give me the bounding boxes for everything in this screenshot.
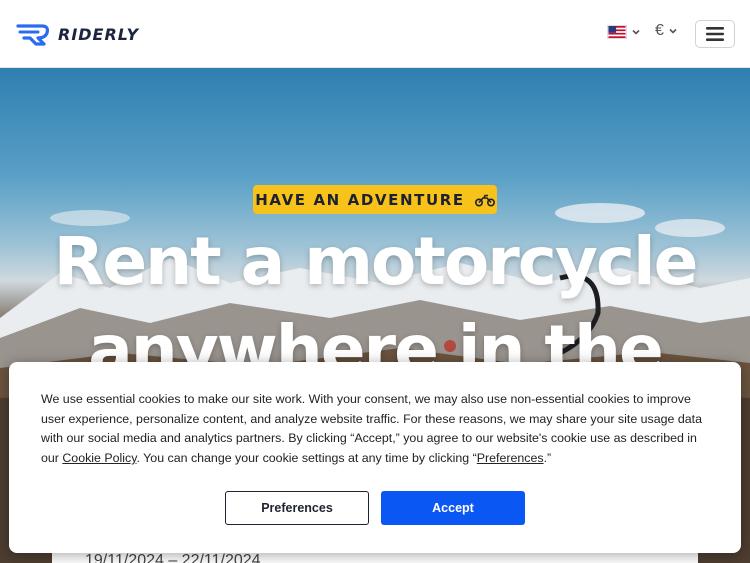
adventure-badge: HAVE AN ADVENTURE	[253, 185, 497, 214]
cookie-policy-link[interactable]: Cookie Policy	[62, 451, 136, 465]
riderly-logo-icon	[16, 24, 50, 46]
hamburger-menu-icon	[706, 27, 724, 41]
motorcycle-icon	[474, 194, 495, 206]
cookie-text-part-3: .”	[543, 451, 552, 466]
cookie-consent-text: We use essential cookies to make our sit…	[41, 390, 709, 469]
brand-name: RIDERLY	[58, 24, 140, 44]
preferences-link[interactable]: Preferences	[477, 451, 544, 465]
chevron-down-icon	[669, 28, 677, 34]
currency-selector[interactable]: €	[655, 22, 678, 40]
language-selector[interactable]	[607, 25, 641, 39]
date-range-value: 19/11/2024 – 22/11/2024	[85, 552, 261, 563]
badge-text: HAVE AN ADVENTURE	[255, 190, 465, 209]
accept-button[interactable]: Accept	[381, 491, 525, 525]
headline-line-1: Rent a motorcycle	[53, 223, 699, 300]
riderly-logo[interactable]: RIDERLY	[16, 22, 139, 46]
chevron-down-icon	[632, 29, 640, 35]
preferences-button[interactable]: Preferences	[225, 491, 369, 525]
us-flag-icon	[607, 25, 627, 39]
cookie-consent-dialog: We use essential cookies to make our sit…	[9, 362, 741, 553]
site-header: RIDERLY €	[0, 0, 750, 68]
currency-symbol: €	[655, 22, 664, 39]
hamburger-menu-button[interactable]	[695, 20, 735, 48]
cookie-text-part-2: . You can change your cookie settings at…	[136, 451, 477, 466]
